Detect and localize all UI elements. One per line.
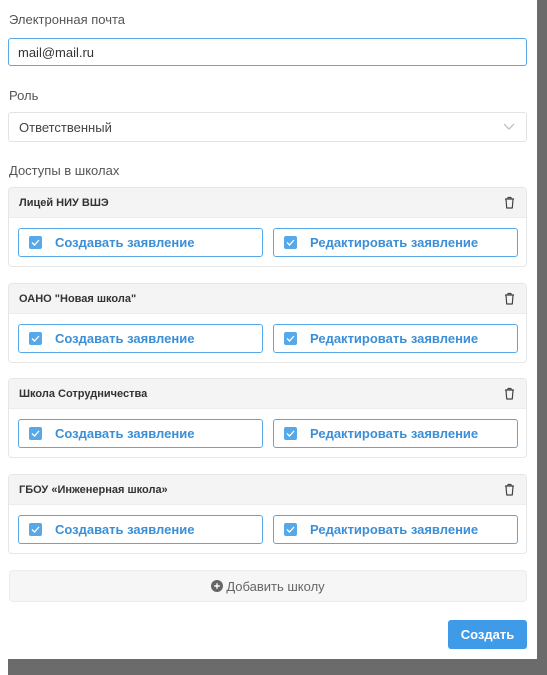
- edit-permission-checkbox[interactable]: Редактировать заявление: [273, 419, 518, 448]
- create-permission-checkbox[interactable]: Создавать заявление: [18, 324, 263, 353]
- trash-icon[interactable]: [502, 291, 516, 307]
- school-card-header: Лицей НИУ ВШЭ: [9, 188, 526, 218]
- create-permission-label: Создавать заявление: [55, 426, 195, 441]
- create-permission-label: Создавать заявление: [55, 522, 195, 537]
- email-input[interactable]: [8, 38, 527, 66]
- school-name: Школа Сотрудничества: [19, 387, 148, 400]
- create-permission-checkbox[interactable]: Создавать заявление: [18, 228, 263, 257]
- edit-permission-label: Редактировать заявление: [310, 331, 479, 346]
- school-card: ГБОУ «Инженерная школа» Создавать заявле…: [8, 474, 527, 554]
- window-shadow-bottom: [8, 659, 547, 675]
- permissions-row: Создавать заявление Редактировать заявле…: [9, 218, 526, 266]
- school-name: Лицей НИУ ВШЭ: [19, 196, 109, 209]
- school-card: Лицей НИУ ВШЭ Создавать заявление Редакт…: [8, 187, 527, 267]
- add-school-label: Добавить школу: [226, 578, 325, 594]
- role-label: Роль: [9, 88, 39, 103]
- trash-icon[interactable]: [502, 195, 516, 211]
- create-permission-label: Создавать заявление: [55, 235, 195, 250]
- edit-permission-label: Редактировать заявление: [310, 522, 479, 537]
- user-form-panel: Электронная почта Роль Ответственный Дос…: [0, 0, 537, 659]
- checkbox-checked-icon: [284, 427, 297, 440]
- school-card-header: ОАНО "Новая школа": [9, 284, 526, 314]
- school-card-header: ГБОУ «Инженерная школа»: [9, 475, 526, 505]
- permissions-row: Создавать заявление Редактировать заявле…: [9, 505, 526, 553]
- create-button[interactable]: Создать: [448, 620, 527, 649]
- permissions-row: Создавать заявление Редактировать заявле…: [9, 409, 526, 457]
- permissions-row: Создавать заявление Редактировать заявле…: [9, 314, 526, 362]
- edit-permission-label: Редактировать заявление: [310, 426, 479, 441]
- access-label: Доступы в школах: [9, 163, 120, 178]
- school-card-header: Школа Сотрудничества: [9, 379, 526, 409]
- trash-icon[interactable]: [502, 386, 516, 402]
- checkbox-checked-icon: [284, 332, 297, 345]
- checkbox-checked-icon: [29, 523, 42, 536]
- role-select-value: Ответственный: [19, 119, 112, 135]
- edit-permission-label: Редактировать заявление: [310, 235, 479, 250]
- checkbox-checked-icon: [284, 236, 297, 249]
- school-name: ГБОУ «Инженерная школа»: [19, 483, 168, 496]
- checkbox-checked-icon: [29, 236, 42, 249]
- edit-permission-checkbox[interactable]: Редактировать заявление: [273, 324, 518, 353]
- edit-permission-checkbox[interactable]: Редактировать заявление: [273, 228, 518, 257]
- edit-permission-checkbox[interactable]: Редактировать заявление: [273, 515, 518, 544]
- role-select[interactable]: Ответственный: [8, 112, 527, 142]
- trash-icon[interactable]: [502, 482, 516, 498]
- checkbox-checked-icon: [29, 427, 42, 440]
- school-card: ОАНО "Новая школа" Создавать заявление Р…: [8, 283, 527, 363]
- checkbox-checked-icon: [284, 523, 297, 536]
- add-school-button[interactable]: Добавить школу: [9, 570, 527, 602]
- email-label: Электронная почта: [9, 12, 126, 27]
- window-shadow-right: [537, 0, 547, 675]
- create-permission-label: Создавать заявление: [55, 331, 195, 346]
- checkbox-checked-icon: [29, 332, 42, 345]
- create-permission-checkbox[interactable]: Создавать заявление: [18, 515, 263, 544]
- chevron-down-icon: [502, 120, 516, 134]
- plus-circle-icon: [211, 580, 224, 592]
- school-card: Школа Сотрудничества Создавать заявление…: [8, 378, 527, 458]
- school-name: ОАНО "Новая школа": [19, 292, 137, 305]
- create-permission-checkbox[interactable]: Создавать заявление: [18, 419, 263, 448]
